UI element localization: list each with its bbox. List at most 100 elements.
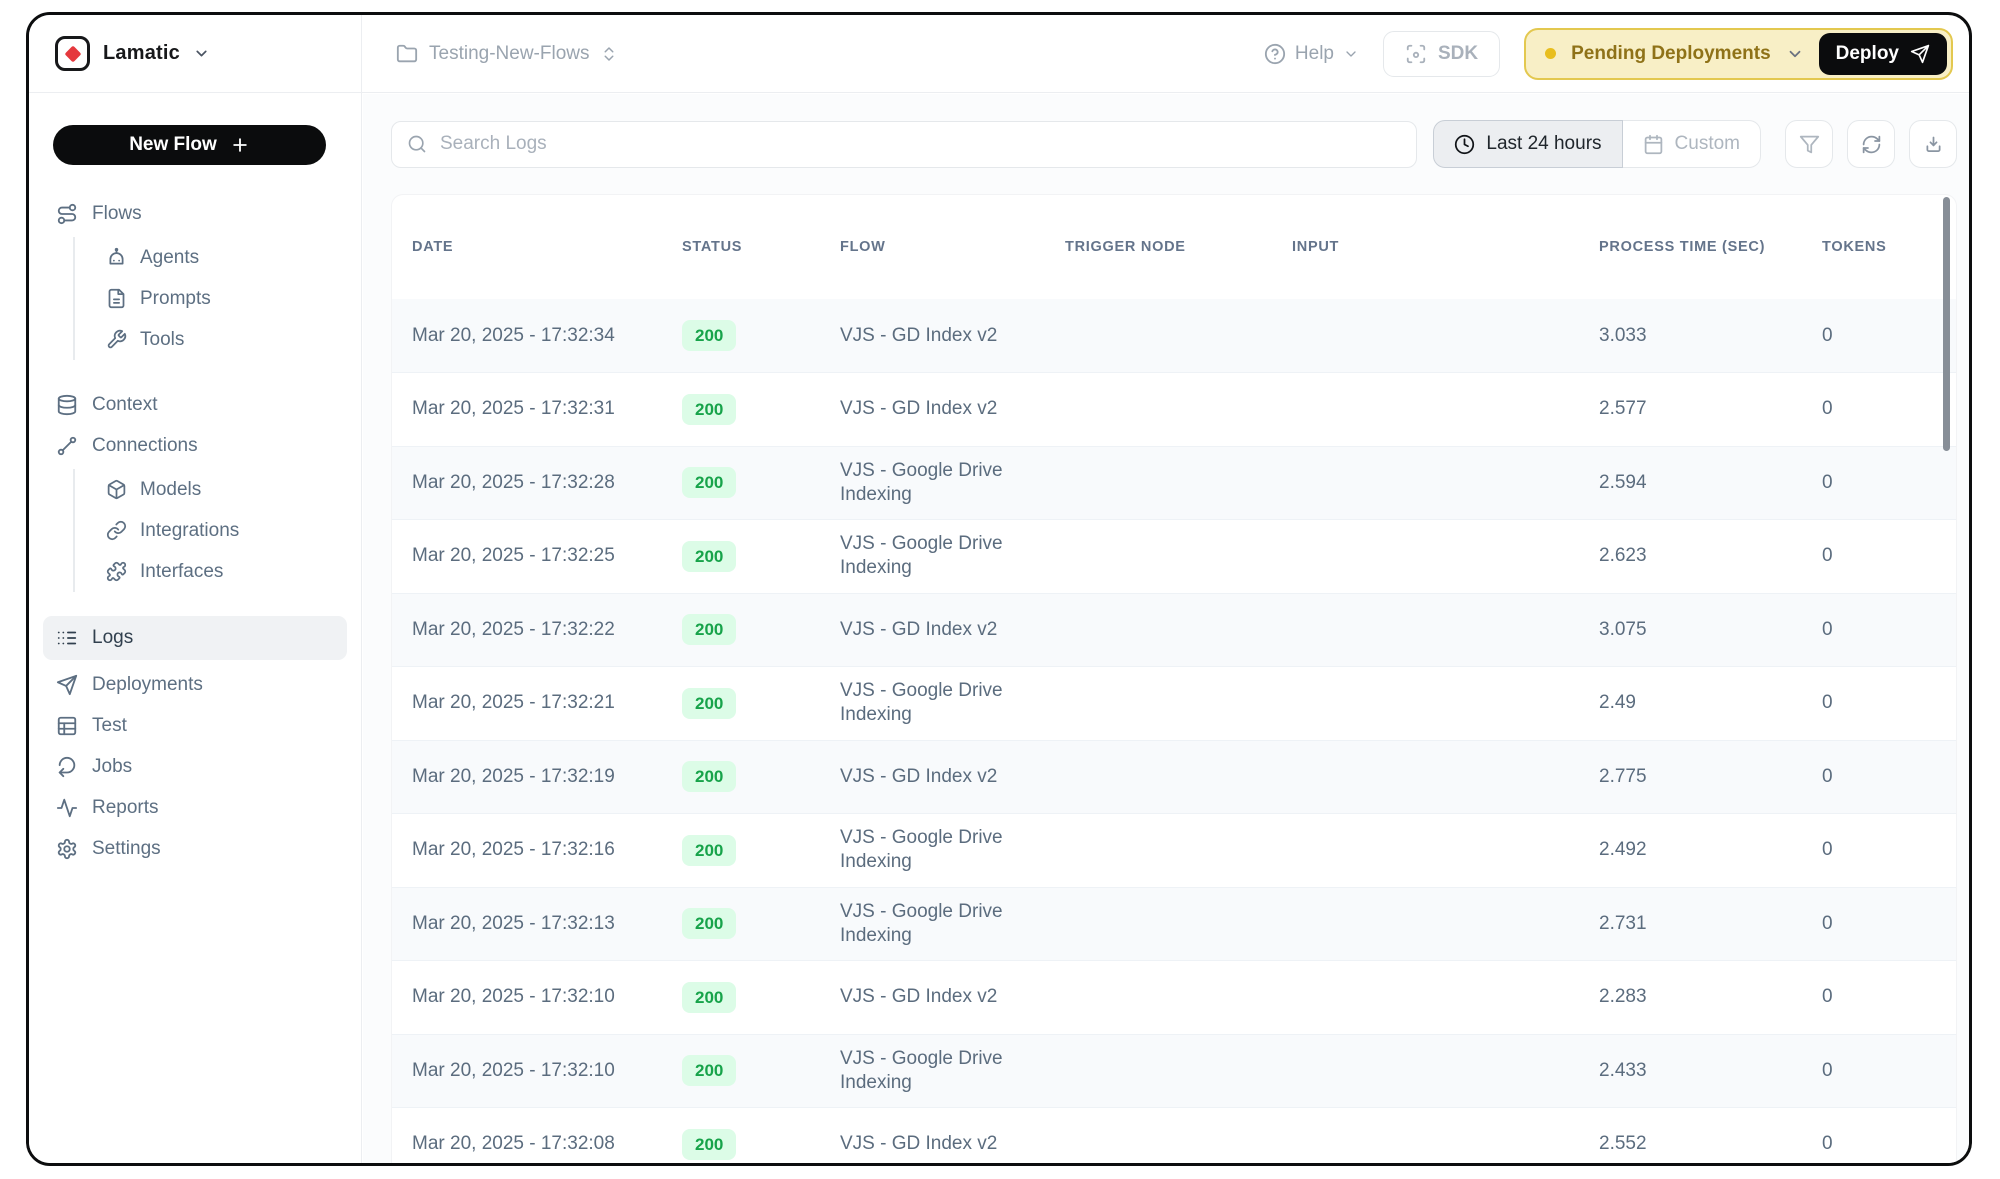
vertical-scrollbar[interactable] — [1943, 197, 1950, 451]
log-row[interactable]: Mar 20, 2025 - 17:32:28 200 VJS - Google… — [392, 446, 1956, 520]
workspace-switcher[interactable]: Lamatic — [29, 36, 362, 71]
log-flow-cell: VJS - GD Index v2 — [840, 299, 1065, 373]
log-date-cell: Mar 20, 2025 - 17:32:08 — [392, 1108, 682, 1164]
column-header: DATE — [392, 195, 682, 299]
status-badge: 200 — [682, 541, 736, 572]
sidebar-item-prompts[interactable]: Prompts — [75, 278, 361, 319]
log-tokens-cell: 0 — [1822, 740, 1956, 814]
sidebar-item-agents[interactable]: Agents — [75, 237, 361, 278]
log-tokens-cell: 0 — [1822, 299, 1956, 373]
log-row[interactable]: Mar 20, 2025 - 17:32:10 200 VJS - Google… — [392, 1034, 1956, 1108]
log-status-cell: 200 — [682, 667, 840, 741]
sidebar-item-label: Context — [92, 394, 157, 416]
log-row[interactable]: Mar 20, 2025 - 17:32:22 200 VJS - GD Ind… — [392, 593, 1956, 667]
download-button[interactable] — [1909, 120, 1957, 168]
search-box[interactable] — [391, 121, 1417, 168]
app-window: Lamatic Testing-New-Flows Help SDK — [26, 12, 1972, 1166]
connections-subgroup: Models Integrations Interfaces — [73, 469, 361, 592]
sidebar-item-test[interactable]: Test — [29, 705, 361, 746]
log-process-time-cell: 2.492 — [1599, 814, 1822, 888]
new-flow-label: New Flow — [129, 134, 217, 156]
log-row[interactable]: Mar 20, 2025 - 17:32:34 200 VJS - GD Ind… — [392, 299, 1956, 373]
filter-button[interactable] — [1785, 120, 1833, 168]
log-row[interactable]: Mar 20, 2025 - 17:32:31 200 VJS - GD Ind… — [392, 373, 1956, 447]
sidebar-item-jobs[interactable]: Jobs — [29, 746, 361, 787]
chevrons-up-down-icon — [600, 45, 618, 63]
sdk-button[interactable]: SDK — [1383, 31, 1500, 77]
sidebar-item-label: Agents — [140, 247, 199, 269]
sidebar-item-label: Reports — [92, 797, 159, 819]
log-process-time-cell: 2.577 — [1599, 373, 1822, 447]
screen: Lamatic Testing-New-Flows Help SDK — [0, 0, 2000, 1179]
chevron-down-icon[interactable] — [1786, 45, 1804, 63]
sidebar-item-settings[interactable]: Settings — [29, 828, 361, 869]
pending-deployments-pill[interactable]: Pending Deployments Deploy — [1524, 28, 1953, 80]
log-row[interactable]: Mar 20, 2025 - 17:32:19 200 VJS - GD Ind… — [392, 740, 1956, 814]
log-process-time-cell: 2.594 — [1599, 446, 1822, 520]
sidebar-item-label: Deployments — [92, 674, 203, 696]
log-status-cell: 200 — [682, 373, 840, 447]
sidebar-item-label: Connections — [92, 435, 198, 457]
log-tokens-cell: 0 — [1822, 887, 1956, 961]
sidebar-item-logs[interactable]: Logs — [43, 616, 347, 660]
log-input-cell — [1292, 814, 1599, 888]
log-row[interactable]: Mar 20, 2025 - 17:32:10 200 VJS - GD Ind… — [392, 961, 1956, 1035]
log-input-cell — [1292, 1108, 1599, 1164]
log-flow-cell: VJS - GD Index v2 — [840, 1108, 1065, 1164]
status-badge: 200 — [682, 614, 736, 645]
log-row[interactable]: Mar 20, 2025 - 17:32:13 200 VJS - Google… — [392, 887, 1956, 961]
log-tokens-cell: 0 — [1822, 814, 1956, 888]
sidebar-item-reports[interactable]: Reports — [29, 787, 361, 828]
deploy-button[interactable]: Deploy — [1819, 33, 1947, 75]
log-flow-cell: VJS - Google Drive Indexing — [840, 887, 1065, 961]
sidebar-item-label: Prompts — [140, 288, 211, 310]
log-trigger-node-cell — [1065, 1108, 1292, 1164]
log-trigger-node-cell — [1065, 961, 1292, 1035]
log-row[interactable]: Mar 20, 2025 - 17:32:08 200 VJS - GD Ind… — [392, 1108, 1956, 1164]
log-date-cell: Mar 20, 2025 - 17:32:31 — [392, 373, 682, 447]
search-input[interactable] — [440, 133, 1401, 155]
log-trigger-node-cell — [1065, 520, 1292, 594]
log-input-cell — [1292, 520, 1599, 594]
log-input-cell — [1292, 593, 1599, 667]
bot-icon — [106, 247, 127, 268]
log-row[interactable]: Mar 20, 2025 - 17:32:16 200 VJS - Google… — [392, 814, 1956, 888]
refresh-button[interactable] — [1847, 120, 1895, 168]
chevron-down-icon — [1343, 46, 1359, 62]
sidebar-item-tools[interactable]: Tools — [75, 319, 361, 360]
sidebar-item-deployments[interactable]: Deployments — [29, 664, 361, 705]
help-menu[interactable]: Help — [1264, 43, 1359, 65]
top-bar: Lamatic Testing-New-Flows Help SDK — [29, 15, 1969, 93]
log-trigger-node-cell — [1065, 1034, 1292, 1108]
download-icon — [1923, 134, 1944, 155]
log-flow-cell: VJS - Google Drive Indexing — [840, 667, 1065, 741]
log-row[interactable]: Mar 20, 2025 - 17:32:25 200 VJS - Google… — [392, 520, 1956, 594]
logs-table-body: Mar 20, 2025 - 17:32:34 200 VJS - GD Ind… — [392, 299, 1956, 1163]
range-last-24-hours[interactable]: Last 24 hours — [1433, 120, 1622, 168]
sidebar-item-flows[interactable]: Flows — [29, 193, 361, 234]
range-custom[interactable]: Custom — [1623, 120, 1761, 168]
log-process-time-cell: 3.033 — [1599, 299, 1822, 373]
logs-table: DATESTATUSFLOWTRIGGER NODEINPUTPROCESS T… — [392, 195, 1956, 1163]
new-flow-button[interactable]: New Flow — [53, 125, 326, 165]
column-header: TOKENS — [1822, 195, 1956, 299]
log-date-cell: Mar 20, 2025 - 17:32:10 — [392, 1034, 682, 1108]
sidebar-item-interfaces[interactable]: Interfaces — [75, 551, 361, 592]
log-flow-cell: VJS - Google Drive Indexing — [840, 446, 1065, 520]
sidebar-item-context[interactable]: Context — [29, 384, 361, 425]
calendar-icon — [1643, 134, 1664, 155]
send-icon — [1910, 44, 1930, 64]
log-status-cell: 200 — [682, 299, 840, 373]
project-selector[interactable]: Testing-New-Flows — [396, 43, 618, 65]
sidebar-item-label: Interfaces — [140, 561, 223, 583]
refresh-icon — [1861, 134, 1882, 155]
log-input-cell — [1292, 1034, 1599, 1108]
sidebar-item-integrations[interactable]: Integrations — [75, 510, 361, 551]
flows-subgroup: Agents Prompts Tools — [73, 237, 361, 360]
log-flow-cell: VJS - GD Index v2 — [840, 373, 1065, 447]
sidebar-item-connections[interactable]: Connections — [29, 425, 361, 466]
column-header: INPUT — [1292, 195, 1599, 299]
log-row[interactable]: Mar 20, 2025 - 17:32:21 200 VJS - Google… — [392, 667, 1956, 741]
sidebar-item-models[interactable]: Models — [75, 469, 361, 510]
gear-icon — [56, 838, 78, 860]
